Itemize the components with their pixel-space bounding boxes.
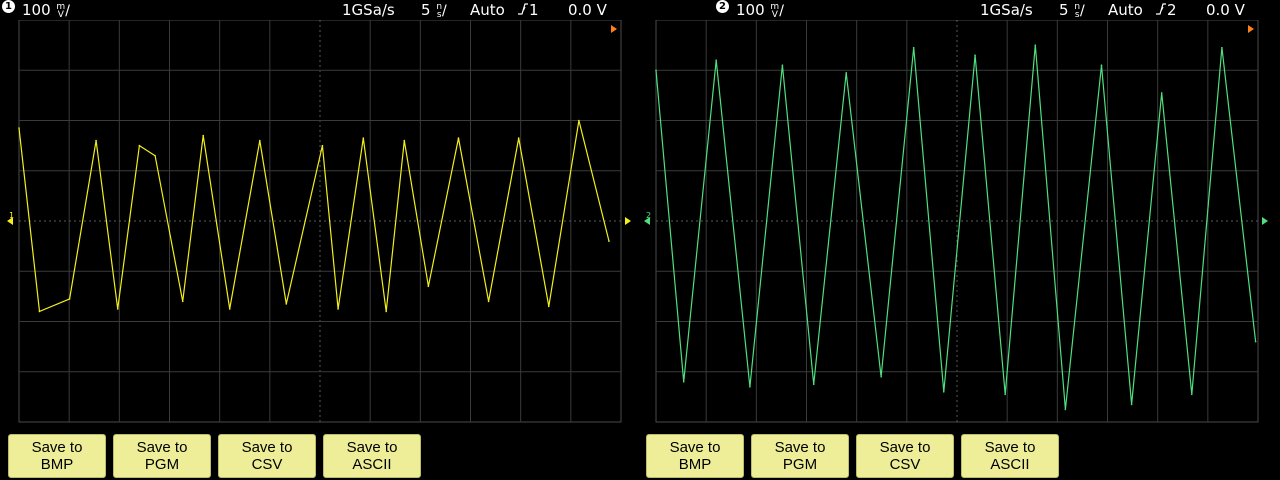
save-pgm-button[interactable]: Save to PGM: [751, 434, 849, 478]
trace-point: [1100, 64, 1103, 67]
scale-unit: mV: [56, 1, 66, 20]
trace-point: [547, 305, 550, 308]
softkey-bar: Save to BMP Save to PGM Save to CSV Save to…: [640, 432, 1280, 480]
timebase[interactable]: 5 n s /: [1059, 0, 1085, 21]
sample-rate: 1GSa/s: [342, 1, 395, 19]
trace-point: [228, 308, 231, 310]
scale-unit: mV: [770, 1, 780, 20]
trace-point: [285, 303, 288, 305]
save-csv-button[interactable]: Save to CSV: [856, 434, 954, 478]
trigger-mode[interactable]: Auto: [470, 0, 505, 20]
trace-point: [845, 71, 848, 74]
channel-ground-marker[interactable]: 1: [7, 211, 14, 225]
trace-point: [517, 137, 520, 139]
svg-text:2: 2: [646, 211, 651, 220]
rising-edge-icon: [518, 3, 528, 15]
trace-point: [321, 144, 324, 147]
status-bar: 1 100 m V/ 1GSa/s 5 n s / Auto 1 0.0 V: [0, 0, 640, 20]
trace-point: [38, 310, 41, 313]
channel-ground-marker[interactable]: 2: [644, 211, 651, 225]
vertical-scale[interactable]: 100 m V /: [22, 0, 70, 21]
trace-point: [1160, 92, 1163, 94]
time-value: 5: [421, 1, 431, 19]
waveform-display: 1: [7, 20, 631, 423]
trace-point: [68, 298, 71, 300]
waveform-display: 2: [644, 20, 1268, 423]
waveform-trace: [655, 45, 1257, 410]
trace-point: [116, 308, 119, 310]
trace-point: [880, 375, 882, 378]
trace-point: [1254, 340, 1257, 343]
graticule: [655, 20, 1259, 423]
trigger-settings[interactable]: 1: [517, 0, 539, 20]
trace-point: [154, 154, 156, 157]
save-bmp-button[interactable]: Save to BMP: [8, 434, 106, 478]
trace-point: [974, 54, 976, 56]
channel-badge[interactable]: 2: [716, 0, 729, 13]
trace-point: [181, 300, 184, 303]
trace-point: [1130, 403, 1133, 406]
trace-point: [337, 308, 339, 310]
trigger-source: 2: [1167, 1, 1177, 19]
trace-point: [1221, 46, 1223, 49]
trace-point: [427, 285, 430, 288]
channel-1-panel: 1 100 m V/ 1GSa/s 5 n s / Auto 1 0.0 V 1 Sa…: [0, 0, 640, 480]
channel-2-panel: 2 100 m V/ 1GSa/s 5 n s / Auto 2 0.0 V 2 Sa…: [640, 0, 1280, 480]
save-ascii-button[interactable]: Save to ASCII: [323, 434, 421, 478]
trace-point: [682, 381, 685, 383]
trace-point: [812, 383, 815, 386]
timebase[interactable]: 5 n s /: [421, 0, 447, 21]
trigger-settings[interactable]: 2: [1155, 0, 1177, 20]
graticule: [18, 20, 622, 423]
trigger-level-marker[interactable]: [625, 217, 631, 225]
trace-point: [1064, 408, 1067, 411]
trace-point: [259, 139, 261, 142]
scale-value: 100: [22, 1, 51, 19]
trigger-level: 0.0 V: [1206, 1, 1245, 19]
scale-value: 100: [736, 1, 765, 19]
trace-point: [487, 300, 490, 303]
trace-point: [749, 386, 751, 388]
status-bar: 2 100 m V/ 1GSa/s 5 n s / Auto 2 0.0 V: [640, 0, 1280, 20]
trace-point: [781, 64, 784, 67]
trigger-position-icon: [1248, 25, 1254, 33]
save-csv-button[interactable]: Save to CSV: [218, 434, 316, 478]
trigger-position-icon: [611, 25, 617, 33]
vertical-scale[interactable]: 100 m V /: [736, 0, 784, 21]
softkey-bar: Save to BMP Save to PGM Save to CSV Save to…: [0, 432, 640, 480]
trace-point: [715, 59, 717, 61]
save-bmp-button[interactable]: Save to BMP: [646, 434, 744, 478]
trigger-source: 1: [529, 1, 539, 19]
svg-text:1: 1: [9, 211, 14, 220]
time-value: 5: [1059, 1, 1069, 19]
trace-point: [1004, 393, 1006, 396]
trace-point: [1034, 44, 1037, 46]
channel-badge[interactable]: 1: [2, 0, 15, 13]
trace-point: [942, 391, 945, 393]
trace-point: [912, 46, 915, 49]
save-pgm-button[interactable]: Save to PGM: [113, 434, 211, 478]
trace-point: [403, 139, 406, 142]
trace-point: [18, 127, 20, 129]
rising-edge-icon: [1156, 3, 1166, 15]
trace-point: [385, 310, 388, 313]
trace-point: [202, 134, 205, 137]
trace-point: [1190, 393, 1193, 396]
trigger-level: 0.0 V: [568, 1, 607, 19]
trigger-mode[interactable]: Auto: [1108, 0, 1143, 20]
trace-point: [578, 119, 580, 122]
trace-point: [655, 69, 657, 72]
sample-rate: 1GSa/s: [980, 1, 1033, 19]
trace-point: [95, 139, 97, 142]
trace-point: [138, 144, 141, 147]
trigger-level-marker[interactable]: [1262, 217, 1268, 225]
trace-point: [362, 137, 365, 139]
trace-point: [457, 137, 460, 139]
save-ascii-button[interactable]: Save to ASCII: [961, 434, 1059, 478]
trace-point: [608, 240, 610, 242]
